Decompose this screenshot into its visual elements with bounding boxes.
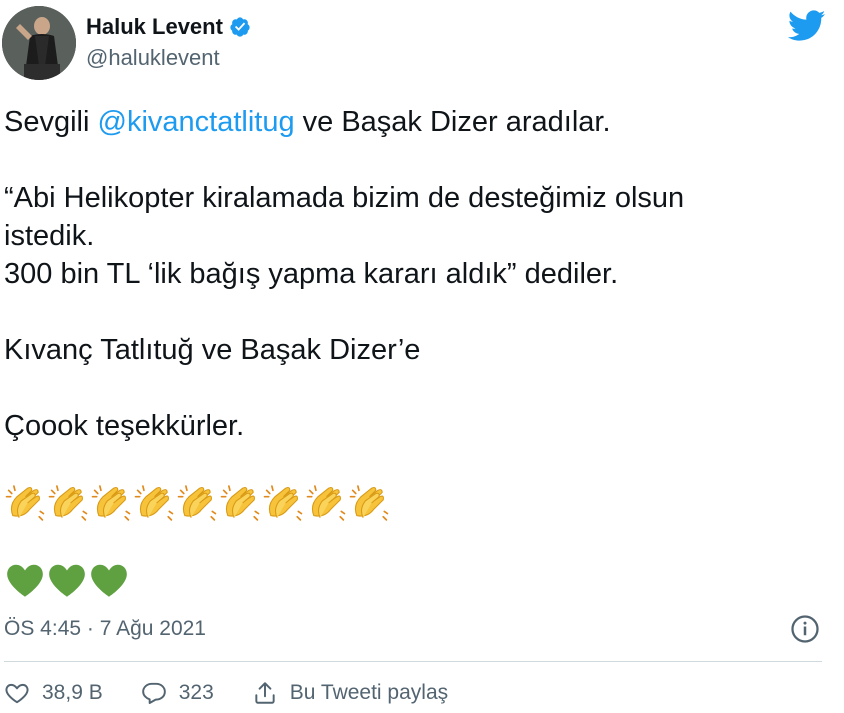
tweet-line: istedik. xyxy=(4,220,95,252)
speech-bubble-icon xyxy=(141,682,166,704)
twitter-bird-icon[interactable] xyxy=(788,10,826,42)
green-heart-emoji xyxy=(49,564,85,597)
clapping-hands-emoji xyxy=(177,485,217,521)
share-button[interactable]: Bu Tweeti paylaş xyxy=(252,680,448,706)
tweet-card: Haluk Levent @haluklevent Sevgili @kivan… xyxy=(0,0,844,713)
clapping-hands-emoji xyxy=(306,485,346,521)
clapping-hands-emoji-row xyxy=(4,484,391,522)
divider xyxy=(4,661,822,662)
clapping-hands-emoji xyxy=(5,485,45,521)
reply-count: 323 xyxy=(178,681,214,704)
green-heart-emoji-row xyxy=(4,562,130,600)
tweet-line: Kıvanç Tatlıtuğ ve Başak Dizer’e xyxy=(4,334,421,366)
tweet-timestamp[interactable]: ÖS 4:45 · 7 Ağu 2021 xyxy=(4,617,206,641)
tweet-text-segment: ve Başak Dizer aradılar. xyxy=(294,106,611,138)
tweet-actions: 38,9 B 323 Bu Tweeti paylaş xyxy=(4,677,486,709)
tweet-line: Çoook teşekkürler. xyxy=(4,410,245,442)
tweet-text: Sevgili @kivanctatlitug ve Başak Dizer a… xyxy=(4,103,824,445)
mention-link[interactable]: @kivanctatlitug xyxy=(98,106,295,138)
tweet-text-segment: Sevgili xyxy=(4,106,98,138)
clapping-hands-emoji xyxy=(263,485,303,521)
tweet-line: Sevgili @kivanctatlitug ve Başak Dizer a… xyxy=(4,103,824,141)
tweet-line: 300 bin TL ‘lik bağış yapma kararı aldık… xyxy=(4,258,619,290)
avatar[interactable] xyxy=(2,6,76,80)
like-button[interactable]: 38,9 B xyxy=(4,680,103,706)
clapping-hands-emoji xyxy=(220,485,260,521)
tweet-line: “Abi Helikopter kiralamada bizim de dest… xyxy=(4,182,685,214)
green-heart-emoji xyxy=(7,564,43,597)
clapping-hands-emoji xyxy=(134,485,174,521)
author-username[interactable]: @haluklevent xyxy=(86,45,220,71)
clapping-hands-emoji xyxy=(48,485,88,521)
author-name-text: Haluk Levent xyxy=(86,14,223,39)
avatar-image xyxy=(2,6,76,80)
share-label: Bu Tweeti paylaş xyxy=(289,681,449,704)
green-heart-emoji xyxy=(91,564,127,597)
clapping-hands-emoji xyxy=(91,485,131,521)
heart-outline-icon xyxy=(5,683,29,704)
clapping-hands-emoji xyxy=(349,485,389,521)
author-display-name[interactable]: Haluk Levent xyxy=(86,14,251,40)
info-icon[interactable] xyxy=(790,614,820,644)
like-count: 38,9 B xyxy=(42,681,103,704)
reply-button[interactable]: 323 xyxy=(141,680,214,706)
share-upload-icon xyxy=(255,682,275,704)
verified-badge-icon xyxy=(230,17,250,37)
